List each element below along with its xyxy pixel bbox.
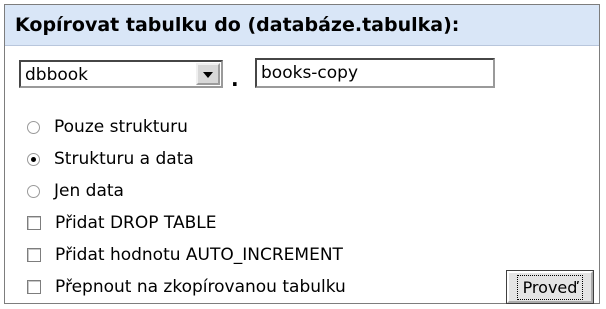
checkbox-label: Přidat DROP TABLE bbox=[55, 213, 217, 233]
submit-button[interactable]: Proveď bbox=[507, 271, 593, 303]
chevron-down-icon[interactable] bbox=[196, 63, 220, 85]
copy-table-panel: Kopírovat tabulku do (databáze.tabulka):… bbox=[4, 4, 600, 304]
target-table-input[interactable] bbox=[255, 58, 495, 88]
checkbox[interactable] bbox=[27, 248, 41, 262]
panel-header: Kopírovat tabulku do (databáze.tabulka): bbox=[5, 5, 599, 46]
radio-button[interactable] bbox=[27, 184, 40, 198]
database-select-value: dbbook bbox=[25, 65, 89, 85]
checkbox-label: Přidat hodnotu AUTO_INCREMENT bbox=[55, 245, 343, 265]
checkbox[interactable] bbox=[27, 216, 41, 230]
radio-label: Jen data bbox=[54, 181, 124, 201]
radio-label: Pouze strukturu bbox=[54, 117, 188, 137]
checkbox-label: Přepnout na zkopírovanou tabulku bbox=[55, 277, 346, 297]
radio-label: Strukturu a data bbox=[54, 149, 194, 169]
radio-button[interactable] bbox=[27, 120, 40, 134]
checkbox-add-auto-increment[interactable]: Přidat hodnotu AUTO_INCREMENT bbox=[27, 242, 343, 268]
submit-button-label: Proveď bbox=[516, 274, 584, 300]
radio-option-structure-only[interactable]: Pouze strukturu bbox=[27, 114, 188, 140]
radio-button-checked[interactable] bbox=[27, 152, 40, 166]
checkbox-add-drop-table[interactable]: Přidat DROP TABLE bbox=[27, 210, 216, 236]
radio-option-data-only[interactable]: Jen data bbox=[27, 178, 124, 204]
panel-title: Kopírovat tabulku do (databáze.tabulka): bbox=[15, 14, 460, 36]
radio-option-structure-and-data[interactable]: Strukturu a data bbox=[27, 146, 194, 172]
checkbox[interactable] bbox=[27, 280, 41, 294]
name-separator: . bbox=[231, 67, 239, 91]
checkbox-switch-to-copied-table[interactable]: Přepnout na zkopírovanou tabulku bbox=[27, 274, 346, 300]
database-select[interactable]: dbbook bbox=[19, 60, 223, 88]
